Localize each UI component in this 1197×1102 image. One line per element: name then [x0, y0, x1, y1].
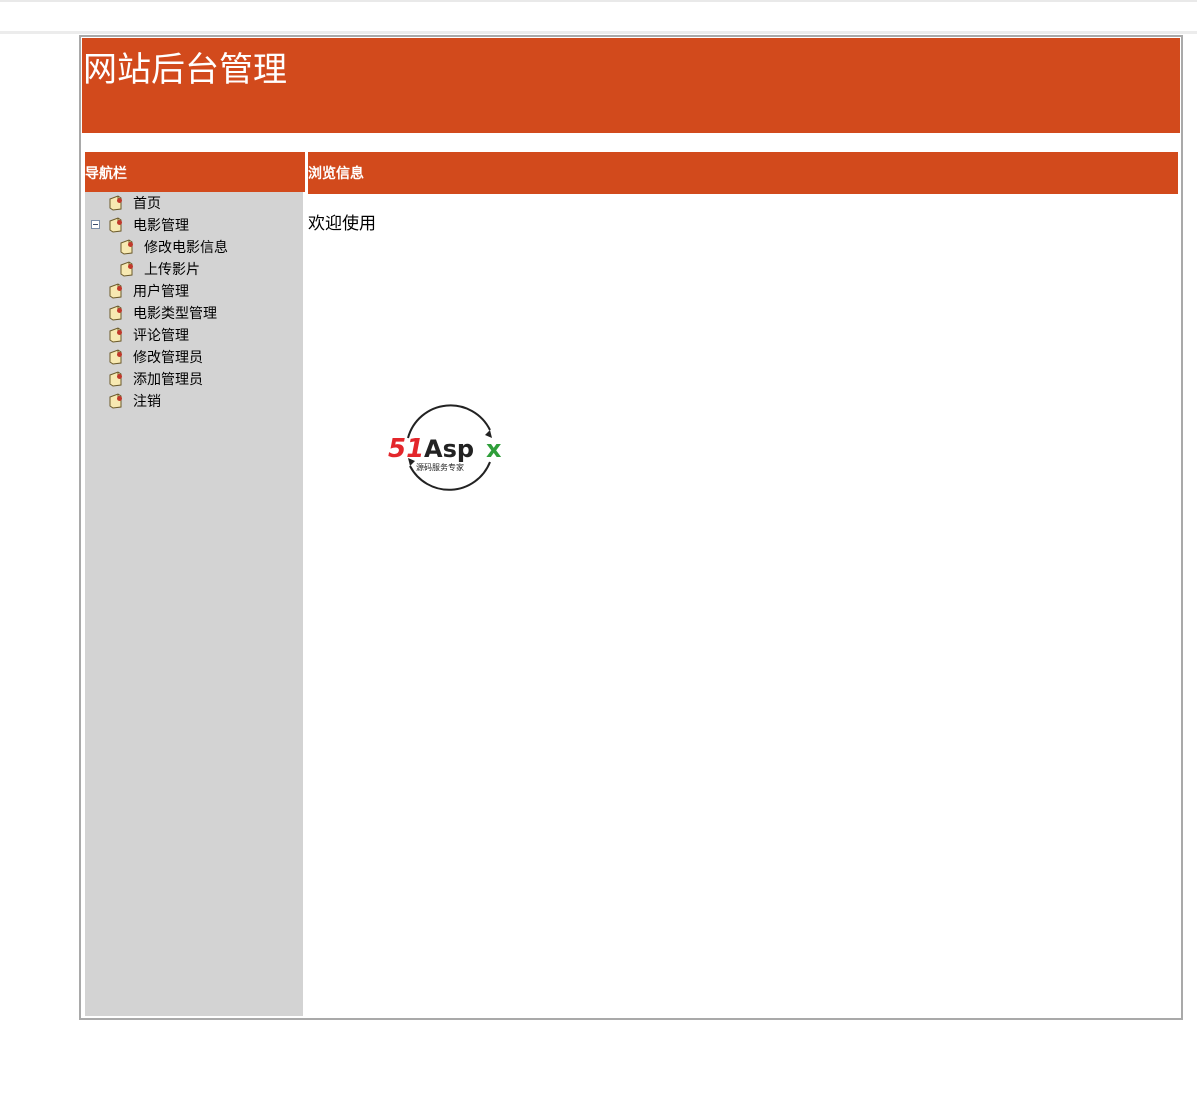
nav-item-label: 上传影片 — [144, 262, 200, 278]
nav-item-label: 电影类型管理 — [133, 306, 217, 322]
nav-item-edit-movie-info[interactable]: 修改电影信息 — [118, 236, 228, 258]
admin-frame: 网站后台管理 导航栏 首页 电影管理 修改电影信息 上传影片 用户管理 电影类型… — [79, 35, 1183, 1020]
nav-item-user-management[interactable]: 用户管理 — [107, 280, 189, 302]
page-icon — [109, 283, 122, 299]
page-icon — [109, 349, 122, 365]
nav-header: 导航栏 — [85, 152, 305, 192]
page-icon — [120, 239, 133, 255]
nav-item-upload-movie[interactable]: 上传影片 — [118, 258, 200, 280]
page-icon — [109, 327, 122, 343]
nav-title: 导航栏 — [85, 166, 127, 182]
svg-text:x: x — [486, 435, 502, 463]
welcome-text: 欢迎使用 — [308, 214, 376, 234]
site-header: 网站后台管理 — [82, 38, 1180, 133]
page-icon — [109, 393, 122, 409]
nav-item-label: 添加管理员 — [133, 372, 203, 388]
browser-top-strip — [0, 0, 1197, 34]
nav-item-movie-type-management[interactable]: 电影类型管理 — [107, 302, 217, 324]
nav-item-label: 评论管理 — [133, 328, 189, 344]
svg-text:51: 51 — [388, 434, 424, 464]
nav-item-comment-management[interactable]: 评论管理 — [107, 324, 189, 346]
nav-item-logout[interactable]: 注销 — [107, 390, 161, 412]
open-folder-icon — [109, 217, 122, 233]
page-icon — [109, 371, 122, 387]
nav-item-label: 电影管理 — [133, 218, 189, 234]
site-title: 网站后台管理 — [83, 50, 287, 90]
nav-item-movie-management[interactable]: 电影管理 — [107, 214, 189, 236]
nav-item-home[interactable]: 首页 — [107, 192, 161, 214]
watermark-logo: 51 Asp x 源码服务专家 — [388, 404, 502, 491]
nav-item-edit-admin[interactable]: 修改管理员 — [107, 346, 203, 368]
nav-item-label: 用户管理 — [133, 284, 189, 300]
page-icon — [109, 195, 122, 211]
nav-item-label: 首页 — [133, 196, 161, 212]
nav-item-add-admin[interactable]: 添加管理员 — [107, 368, 203, 390]
nav-sidebar: 导航栏 首页 电影管理 修改电影信息 上传影片 用户管理 电影类型管理 评论管理… — [85, 152, 305, 1016]
page-icon — [120, 261, 133, 277]
nav-item-label: 修改电影信息 — [144, 240, 228, 256]
content-title: 浏览信息 — [308, 166, 364, 182]
svg-text:Asp: Asp — [424, 435, 474, 463]
nav-item-label: 修改管理员 — [133, 350, 203, 366]
watermark-tagline: 源码服务专家 — [416, 462, 464, 472]
nav-item-label: 注销 — [133, 394, 161, 410]
content-header: 浏览信息 — [308, 152, 1178, 194]
page-icon — [109, 305, 122, 321]
collapse-toggle-icon[interactable] — [91, 220, 100, 229]
